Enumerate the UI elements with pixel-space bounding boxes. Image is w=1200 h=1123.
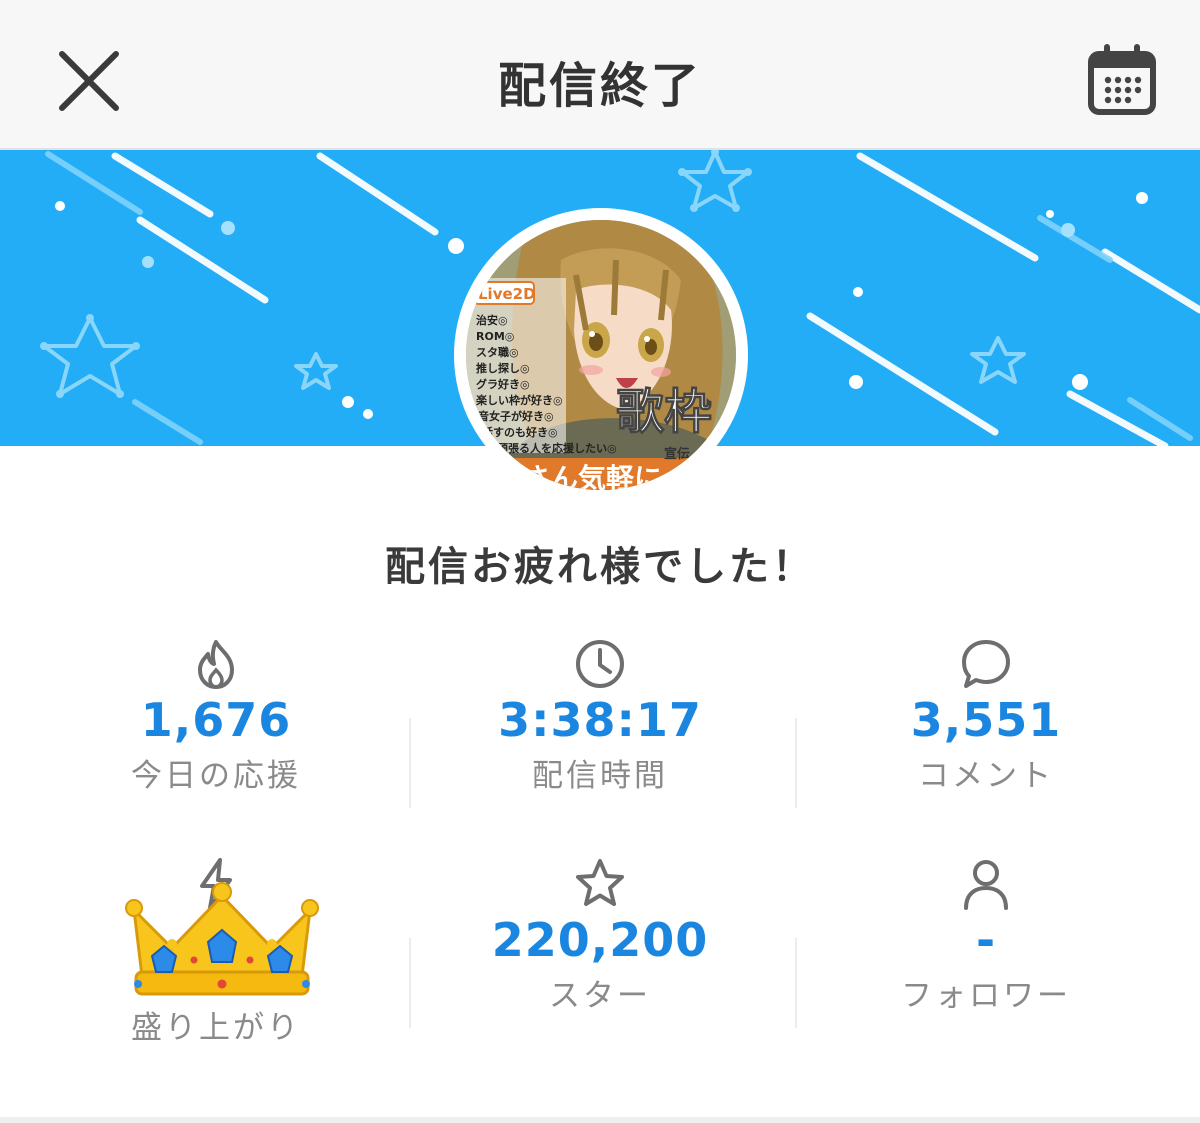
avatar-text: グラ好き◎ — [476, 377, 530, 391]
avatar-text: 話すのも好き◎ — [482, 425, 558, 439]
top-bar: 配信終了 — [0, 0, 1200, 150]
stat-support: 1,676 今日の応援 — [24, 636, 408, 795]
stat-value: - — [975, 913, 997, 967]
avatar[interactable]: Live2D 治安◎ ROM◎ スタ職◎ 推し探し◎ グラ好き◎ 楽しい枠が好き… — [454, 208, 748, 502]
stat-value: 3,551 — [910, 693, 1062, 747]
stat-label: フォロワー — [901, 978, 1071, 1014]
avatar-text: スタ職◎ — [476, 345, 519, 359]
avatar-text: 推し探し◎ — [476, 361, 530, 375]
person-icon — [964, 860, 1008, 910]
avatar-text: 楽しい枠が好き◎ — [475, 393, 563, 407]
page-title: 配信終了 — [497, 58, 702, 114]
avatar-text: で頑張る人を応援したい◎ — [486, 441, 617, 455]
calendar-button[interactable] — [1086, 42, 1158, 118]
bottom-divider — [0, 1117, 1200, 1123]
stat-stars: 220,200 スター — [408, 856, 792, 1015]
star-icon — [576, 859, 624, 906]
stat-label: スター — [549, 978, 651, 1014]
divider — [795, 938, 797, 1028]
stat-label: コメント — [918, 758, 1054, 794]
avatar-text: さん気軽に — [522, 462, 662, 490]
avatar-text: 宣伝 — [664, 446, 690, 462]
stat-followers: - フォロワー — [794, 856, 1178, 1015]
avatar-image: Live2D 治安◎ ROM◎ スタ職◎ 推し探し◎ グラ好き◎ 楽しい枠が好き… — [466, 220, 736, 490]
divider — [795, 718, 797, 808]
avatar-text: 音女子が好き◎ — [478, 409, 554, 423]
divider — [409, 938, 411, 1028]
avatar-text: 治安◎ — [476, 313, 508, 327]
divider — [409, 718, 411, 808]
comment-icon — [962, 640, 1010, 688]
stat-comments: 3,551 コメント — [794, 636, 1178, 795]
avatar-text: Live2D — [478, 285, 536, 303]
stat-label: 配信時間 — [532, 758, 668, 794]
stat-duration: 3:38:17 配信時間 — [408, 636, 792, 795]
greeting-text: 配信お疲れ様でした！ — [385, 544, 815, 590]
avatar-text: ROM◎ — [476, 330, 514, 343]
stat-value: 220,200 — [491, 913, 709, 967]
stat-value: 1,676 — [140, 693, 292, 747]
stat-label: 今日の応援 — [131, 758, 301, 794]
clock-icon — [576, 640, 624, 688]
stat-label: 盛り上がり — [131, 1010, 301, 1046]
flame-icon — [198, 640, 234, 689]
crown-emoji — [125, 882, 319, 996]
avatar-text: 歌枠 — [616, 384, 712, 440]
calendar-icon — [1088, 44, 1156, 115]
stat-value: 3:38:17 — [498, 693, 702, 747]
